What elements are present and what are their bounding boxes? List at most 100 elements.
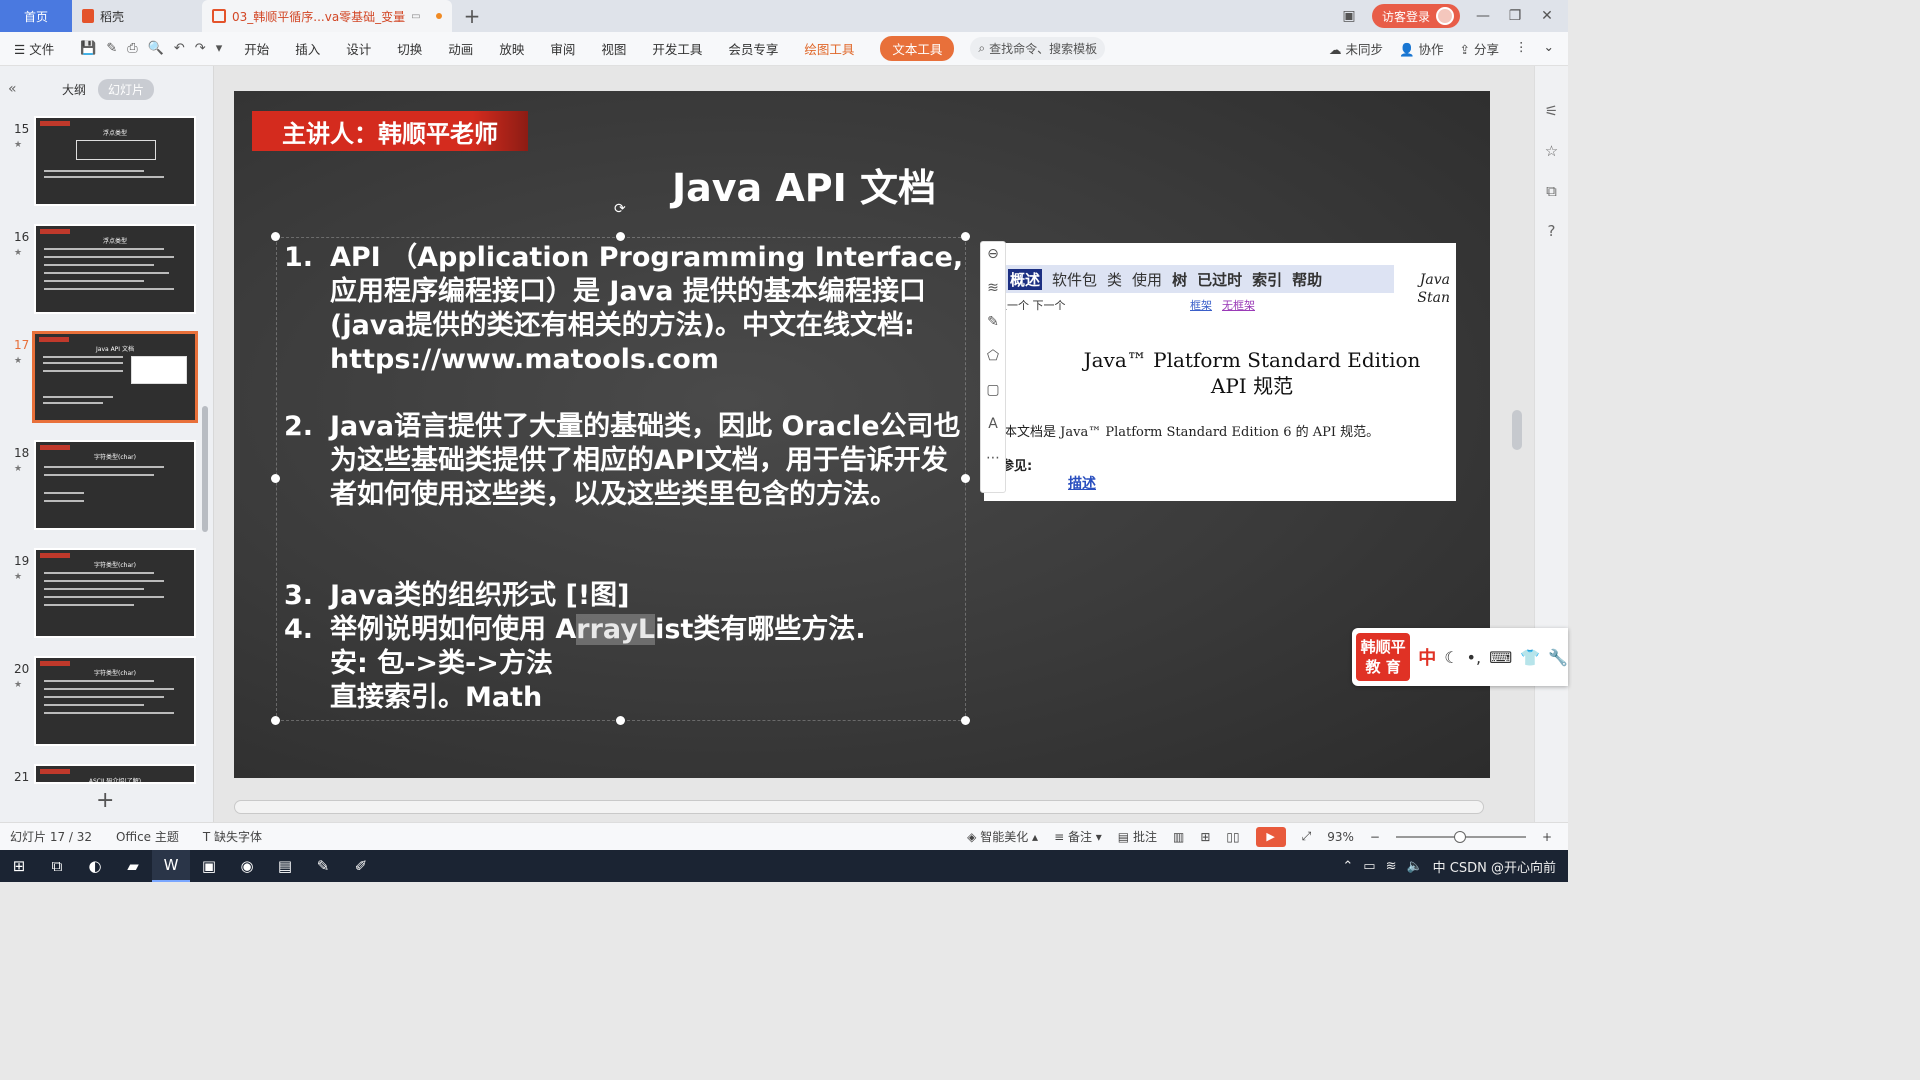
- new-tab-button[interactable]: +: [452, 0, 492, 32]
- windows-start-icon[interactable]: ⊞: [0, 850, 38, 882]
- slide-thumbnail[interactable]: 20 ★ 字符类型(char): [0, 656, 214, 748]
- save-icon[interactable]: 💾: [80, 41, 96, 56]
- app-icon[interactable]: ▣: [190, 850, 228, 882]
- chevron-down-icon[interactable]: ⌄: [1544, 39, 1554, 58]
- more-icon[interactable]: ⋯: [986, 450, 1000, 466]
- collapse-panel-icon[interactable]: «: [8, 81, 28, 97]
- customize-icon[interactable]: ▾: [216, 41, 223, 56]
- tab-outline[interactable]: 大纲: [62, 81, 86, 98]
- explorer-icon[interactable]: ▰: [114, 850, 152, 882]
- wps-icon[interactable]: W: [152, 850, 190, 882]
- menu-insert[interactable]: 插入: [295, 39, 320, 58]
- preview-icon[interactable]: 🔍: [148, 41, 164, 56]
- help-icon[interactable]: ?: [1548, 222, 1556, 240]
- panel-scrollbar[interactable]: [202, 406, 208, 532]
- normal-view-icon[interactable]: ▥: [1173, 830, 1184, 844]
- notes-button[interactable]: ≡ 备注 ▾: [1054, 828, 1102, 845]
- keyboard-icon[interactable]: ⌨: [1489, 648, 1512, 667]
- horizontal-scrollbar[interactable]: [234, 800, 1484, 814]
- comments-button[interactable]: ▤ 批注: [1118, 828, 1157, 845]
- embedded-api-screenshot[interactable]: 概述 软件包 类 使用 树 已过时 索引 帮助 上一个 下一个 框架 无框架 Ja…: [984, 243, 1456, 501]
- resize-handle[interactable]: [271, 232, 280, 241]
- slides-icon[interactable]: ⧉: [1546, 182, 1557, 200]
- beautify-button[interactable]: ◈ 智能美化 ▴: [967, 828, 1038, 845]
- wifi-icon[interactable]: ≋: [1386, 859, 1397, 874]
- slide-thumbnail[interactable]: 21 ASCII 码介绍(了解): [0, 764, 214, 786]
- more-icon[interactable]: ⋮: [1515, 39, 1528, 58]
- format-painter-icon[interactable]: ✎: [106, 41, 117, 56]
- slide-thumbnail[interactable]: 15 ★ 浮点类型: [0, 116, 214, 208]
- menu-transition[interactable]: 切换: [397, 39, 422, 58]
- resize-handle[interactable]: [616, 716, 625, 725]
- terminal-icon[interactable]: ▤: [266, 850, 304, 882]
- slide-title[interactable]: Java API 文档: [634, 157, 974, 212]
- punctuation-icon[interactable]: •,: [1467, 648, 1482, 667]
- slide-canvas[interactable]: 主讲人：韩顺平老师 Java API 文档 ⟳ 1. API （Applicati…: [234, 91, 1490, 778]
- resize-handle[interactable]: [961, 232, 970, 241]
- rotate-handle-icon[interactable]: ⟳: [614, 201, 626, 217]
- zoom-out-icon[interactable]: −: [1370, 830, 1380, 844]
- menu-member[interactable]: 会员专享: [728, 39, 778, 58]
- frame-icon[interactable]: ▢: [986, 382, 999, 398]
- grid-view-icon[interactable]: ⊞: [1200, 830, 1210, 844]
- fill-icon[interactable]: ⬠: [987, 348, 999, 364]
- share-button[interactable]: ⇪ 分享: [1460, 39, 1499, 58]
- menu-view[interactable]: 视图: [601, 39, 626, 58]
- menu-developer[interactable]: 开发工具: [652, 39, 702, 58]
- add-slide-button[interactable]: +: [96, 788, 114, 813]
- menu-start[interactable]: 开始: [244, 39, 269, 58]
- slide-thumbnail[interactable]: 18 ★ 字符类型(char): [0, 440, 214, 532]
- missing-font-button[interactable]: T 缺失字体: [203, 828, 262, 845]
- zoom-level[interactable]: 93%: [1327, 830, 1354, 844]
- reading-view-icon[interactable]: ▯▯: [1226, 830, 1239, 844]
- panel-icon[interactable]: ▣: [1340, 8, 1358, 24]
- tab-slides[interactable]: 幻灯片: [98, 78, 155, 100]
- ime-language[interactable]: 中: [1418, 644, 1436, 670]
- login-button[interactable]: 访客登录: [1371, 4, 1460, 28]
- minus-icon[interactable]: ⊖: [987, 246, 999, 262]
- slide-body[interactable]: 1. API （Application Programming Interface…: [284, 241, 974, 715]
- tab-daoke[interactable]: 稻壳: [72, 0, 202, 32]
- layers-icon[interactable]: ≋: [987, 280, 999, 296]
- print-icon[interactable]: ⎙: [127, 41, 137, 56]
- menu-text-tools[interactable]: 文本工具: [880, 36, 955, 61]
- collab-button[interactable]: 👤 协作: [1399, 39, 1444, 58]
- star-icon[interactable]: ☆: [1545, 142, 1558, 160]
- resize-handle[interactable]: [616, 232, 625, 241]
- vertical-scrollbar[interactable]: [1510, 80, 1524, 800]
- undo-icon[interactable]: ↶: [174, 41, 185, 56]
- menu-design[interactable]: 设计: [346, 39, 371, 58]
- resize-handle[interactable]: [271, 716, 280, 725]
- minimize-icon[interactable]: —: [1474, 8, 1492, 24]
- menu-review[interactable]: 审阅: [550, 39, 575, 58]
- command-search[interactable]: ⌕ 查找命令、搜索模板: [970, 37, 1106, 60]
- slide-thumbnail[interactable]: 19 ★ 字符类型(char): [0, 548, 214, 640]
- edge-icon[interactable]: ◐: [76, 850, 114, 882]
- settings-sliders-icon[interactable]: ⚟: [1545, 102, 1558, 120]
- play-button[interactable]: ▶: [1255, 826, 1286, 847]
- battery-icon[interactable]: ▭: [1363, 859, 1375, 874]
- tab-home[interactable]: 首页: [0, 0, 72, 32]
- chevron-up-icon[interactable]: ⌃: [1342, 859, 1353, 874]
- menu-animation[interactable]: 动画: [448, 39, 473, 58]
- close-icon[interactable]: ✕: [1538, 8, 1556, 24]
- task-view-icon[interactable]: ⧉: [38, 850, 76, 882]
- resize-handle[interactable]: [271, 474, 280, 483]
- chrome-icon[interactable]: ◉: [228, 850, 266, 882]
- fit-icon[interactable]: ⤢: [1302, 829, 1312, 844]
- font-color-icon[interactable]: A: [988, 416, 998, 432]
- skin-icon[interactable]: 👕: [1520, 648, 1540, 667]
- notepad-icon[interactable]: ✎: [304, 850, 342, 882]
- zoom-in-icon[interactable]: +: [1542, 830, 1552, 844]
- sync-button[interactable]: ☁ 未同步: [1329, 39, 1383, 58]
- moon-icon[interactable]: ☾: [1444, 648, 1458, 667]
- volume-icon[interactable]: 🔈: [1406, 859, 1422, 874]
- pen-icon[interactable]: ✎: [987, 314, 999, 330]
- slide-thumbnail[interactable]: 16 ★ 浮点类型: [0, 224, 214, 316]
- file-menu[interactable]: ☰ 文件: [14, 39, 54, 58]
- resize-handle[interactable]: [961, 716, 970, 725]
- monitor-icon[interactable]: ▭: [411, 11, 420, 22]
- slide-thumbnail-selected[interactable]: 17 ★ Java API 文档: [0, 331, 214, 424]
- tab-document[interactable]: 03_韩顺平循序...va零基础_变量 ▭: [202, 0, 452, 32]
- menu-slideshow[interactable]: 放映: [499, 39, 524, 58]
